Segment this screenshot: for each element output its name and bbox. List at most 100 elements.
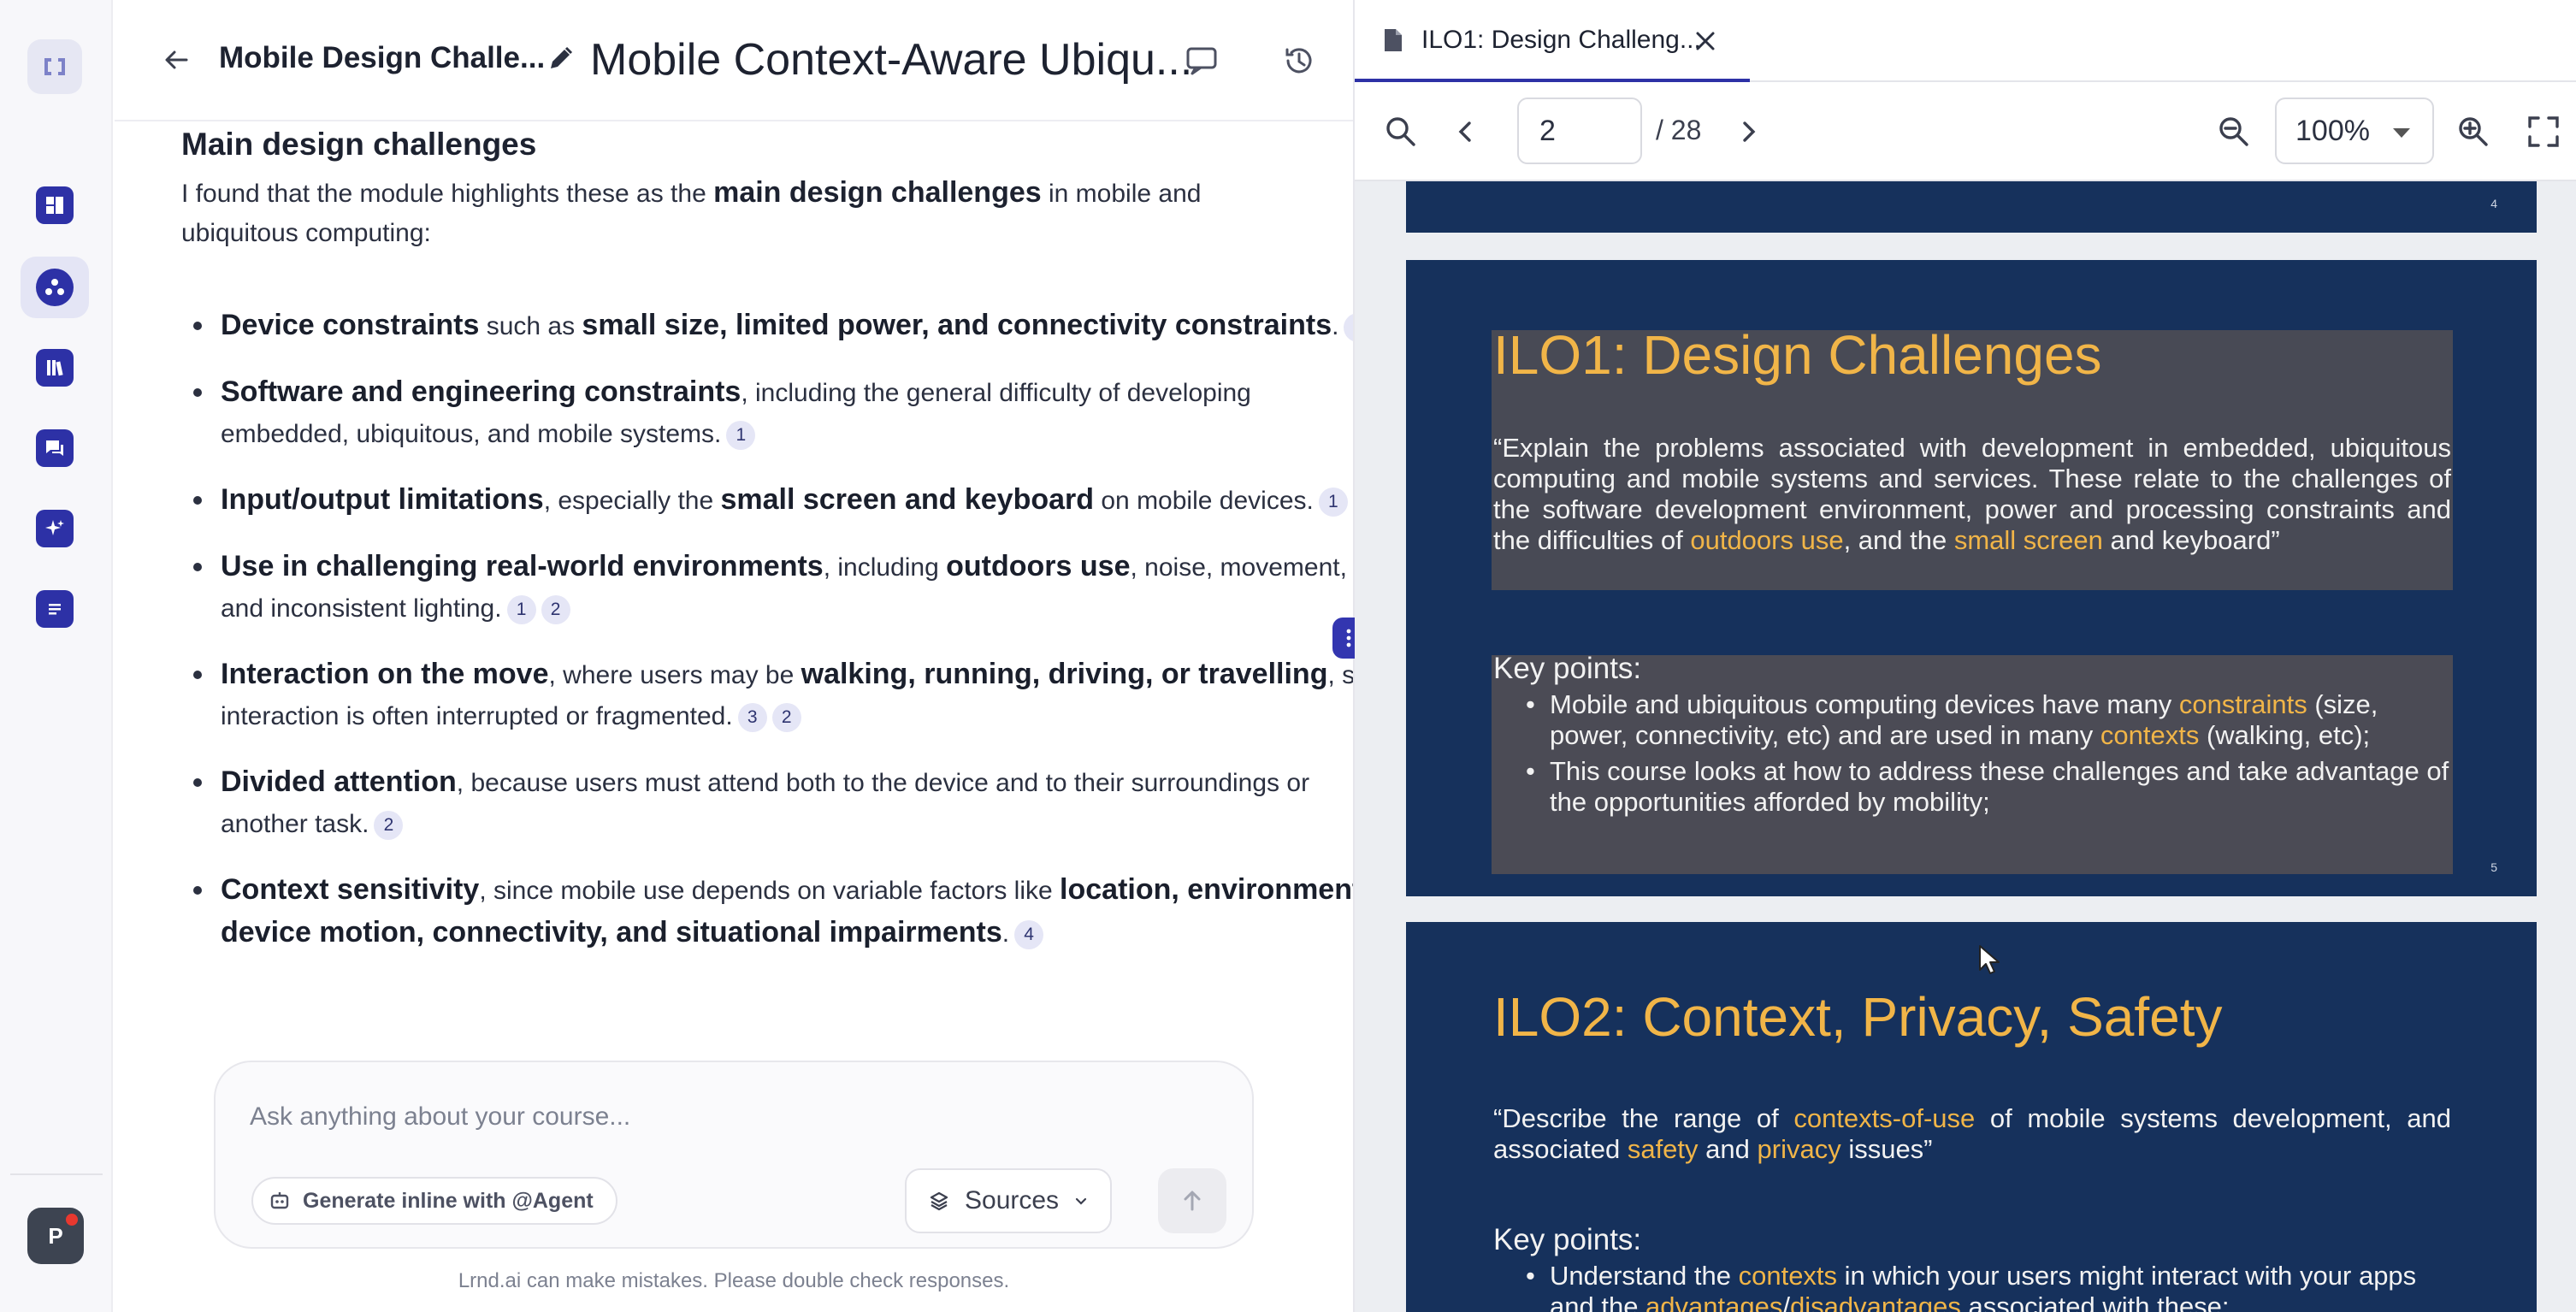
text-phrase: issues” (1840, 1134, 1933, 1164)
citation-badge[interactable]: 2 (771, 703, 801, 732)
bold-phrase: outdoors use (946, 550, 1131, 582)
text-phrase: / (1782, 1291, 1790, 1312)
notification-dot (63, 1211, 80, 1228)
user-avatar[interactable]: P (27, 1208, 84, 1264)
citation-badge[interactable]: 2 (374, 811, 404, 840)
zoom-value: 100% (2295, 114, 2370, 147)
text-phrase: Mobile and ubiquitous computing devices … (1550, 689, 2179, 719)
zoom-out-icon[interactable] (2215, 113, 2253, 151)
generate-agent-button[interactable]: Generate inline with @Agent (251, 1177, 617, 1225)
rail-library-button[interactable] (21, 337, 89, 399)
pdf-pages[interactable]: 4 ILO1: Design Challenges “Explain the p… (1355, 181, 2576, 1312)
chevron-down-icon (1075, 1197, 1087, 1205)
page-total: / 28 (1656, 115, 1702, 145)
back-arrow-icon[interactable] (157, 41, 195, 79)
highlight-phrase: contexts (2100, 720, 2200, 750)
next-page-icon[interactable] (1729, 113, 1767, 151)
intro-text: I found that the module highlights these… (181, 173, 1208, 253)
rail-ai-button[interactable] (21, 498, 89, 559)
breadcrumb-course[interactable]: Mobile Design Challe... (219, 41, 545, 75)
citation-badge[interactable]: 4 (1014, 920, 1044, 949)
bold-phrase: Divided attention (221, 765, 457, 798)
fullscreen-icon[interactable] (2525, 113, 2562, 151)
citation-badge[interactable]: 1 (1318, 488, 1348, 517)
ai-sparkle-icon (36, 510, 74, 547)
rail-notes-button[interactable] (21, 578, 89, 640)
viewer-toolbar: / 28 100% (1355, 82, 2576, 181)
arrow-up-icon (1184, 1191, 1201, 1211)
bold-phrase: Device constraints (221, 309, 480, 341)
chat-response: Main design challenges I found that the … (115, 121, 1353, 1045)
citation-badge[interactable]: 3 (737, 703, 767, 732)
slide-title: ILO1: Design Challenges (1493, 324, 2102, 386)
dashboard-icon (36, 186, 74, 224)
highlight-phrase: constraints (2178, 689, 2307, 719)
left-rail: P (0, 0, 113, 1312)
bold-phrase: walking, running, driving, or travelling (801, 658, 1328, 690)
avatar-initials: P (48, 1222, 63, 1249)
composer: Generate inline with @Agent Sources (214, 1061, 1254, 1249)
highlight-phrase: disadvantages (1789, 1291, 1961, 1312)
page-number-input[interactable] (1517, 98, 1642, 164)
text-phrase: . (1332, 312, 1339, 340)
key-point: This course looks at how to address thes… (1526, 756, 2449, 818)
history-icon[interactable] (1281, 43, 1317, 79)
bold-phrase: Input/output limitations (221, 483, 544, 516)
bold-phrase: Software and engineering constraints (221, 375, 741, 408)
mouse-cursor-icon (1979, 945, 2000, 974)
citation-badge[interactable]: 1 (506, 595, 536, 624)
tab-label: ILO1: Design Challeng... (1421, 26, 1701, 54)
generate-agent-label: Generate inline with @Agent (303, 1188, 594, 1213)
key-point: Understand the contexts in which your us… (1526, 1261, 2449, 1312)
key-point: Mobile and ubiquitous computing devices … (1526, 689, 2449, 751)
sources-label: Sources (965, 1186, 1060, 1214)
chat-header: Mobile Design Challe... Mobile Context-A… (115, 0, 1353, 121)
document-title[interactable]: Mobile Context-Aware Ubiqu... (590, 34, 1192, 86)
rail-dashboard-button[interactable] (21, 174, 89, 236)
highlight-phrase: contexts (1738, 1261, 1838, 1291)
text-phrase: , where users may be (548, 661, 801, 689)
app-logo-icon[interactable] (27, 39, 82, 94)
challenge-item: Interaction on the move, where users may… (181, 653, 1353, 737)
text-phrase: “Describe the range of (1493, 1103, 1794, 1133)
previous-page-icon[interactable] (1447, 113, 1485, 151)
citation-badge[interactable]: 2 (541, 595, 570, 624)
search-icon[interactable] (1382, 113, 1420, 151)
text-phrase: such as (479, 312, 582, 340)
robot-icon (270, 1192, 289, 1209)
rail-community-button[interactable] (21, 257, 89, 318)
ask-input[interactable] (250, 1093, 1191, 1141)
text-phrase: This course looks at how to address thes… (1550, 756, 2449, 817)
zoom-in-icon[interactable] (2455, 113, 2492, 151)
close-icon[interactable] (1690, 26, 1721, 56)
section-heading: Main design challenges (181, 127, 537, 162)
text-phrase: , and the (1843, 525, 1954, 555)
slide-ilo2: ILO2: Context, Privacy, Safety “Describe… (1406, 922, 2537, 1312)
caret-down-icon (2393, 128, 2410, 138)
sources-icon (930, 1191, 948, 1211)
viewer-tab-bar: ILO1: Design Challeng... (1355, 0, 2576, 82)
intro-emphasis: main design challenges (713, 176, 1042, 209)
citation-badge[interactable]: 1 (726, 421, 756, 450)
rail-divider (10, 1173, 103, 1175)
text-phrase: and keyboard” (2102, 525, 2280, 555)
rail-chat-button[interactable] (21, 417, 89, 479)
highlight-phrase: outdoors use (1690, 525, 1844, 555)
tab-document[interactable]: ILO1: Design Challeng... (1355, 0, 1750, 82)
challenge-item: Divided attention, because users must at… (181, 761, 1353, 845)
citation-badge[interactable]: 1 (1344, 313, 1353, 342)
text-phrase: , including (823, 553, 947, 582)
zoom-select[interactable]: 100% (2275, 98, 2434, 164)
key-points-heading: Key points: (1493, 652, 1642, 685)
community-icon (36, 269, 74, 306)
document-icon (1385, 29, 1402, 51)
sources-dropdown[interactable]: Sources (905, 1168, 1113, 1233)
pencil-icon[interactable] (544, 43, 576, 75)
highlight-phrase: contexts-of-use (1793, 1103, 1976, 1133)
send-button[interactable] (1158, 1168, 1226, 1233)
text-phrase: (walking, etc); (2199, 720, 2371, 750)
highlight-phrase: privacy (1757, 1134, 1841, 1164)
text-phrase: Understand the (1550, 1261, 1739, 1291)
message-icon[interactable] (1184, 43, 1220, 79)
challenge-item: Context sensitivity, since mobile use de… (181, 869, 1353, 954)
